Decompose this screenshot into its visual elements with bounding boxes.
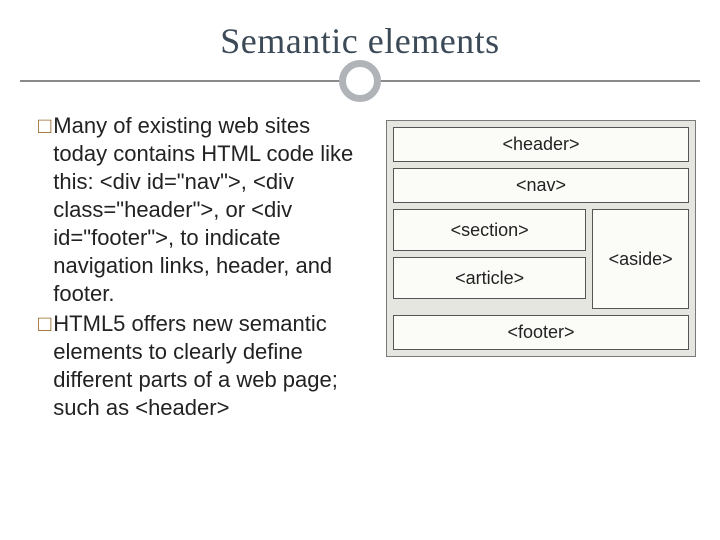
diagram-nav-box: <nav>: [393, 168, 689, 203]
diagram-aside-box: <aside>: [592, 209, 689, 309]
slide-title: Semantic elements: [0, 20, 720, 62]
content-area: □ Many of existing web sites today conta…: [38, 112, 700, 520]
diagram-middle-row: <section> <article> <aside>: [393, 209, 689, 309]
bullet-box-icon: □: [38, 310, 51, 422]
diagram-section-box: <section>: [393, 209, 586, 251]
text-column: □ Many of existing web sites today conta…: [38, 112, 378, 520]
bullet-item: □ HTML5 offers new semantic elements to …: [38, 310, 368, 422]
title-area: Semantic elements: [0, 0, 720, 62]
circle-ornament-icon: [339, 60, 381, 102]
diagram-main-col: <section> <article>: [393, 209, 586, 309]
slide: Semantic elements □ Many of existing web…: [0, 0, 720, 540]
bullet-item: □ Many of existing web sites today conta…: [38, 112, 368, 308]
bullet-text: HTML5 offers new semantic elements to cl…: [53, 310, 368, 422]
diagram-column: <header> <nav> <section> <article> <asid…: [378, 112, 700, 520]
bullet-text: Many of existing web sites today contain…: [53, 112, 368, 308]
bullet-box-icon: □: [38, 112, 51, 308]
diagram-footer-box: <footer>: [393, 315, 689, 350]
semantic-layout-diagram: <header> <nav> <section> <article> <asid…: [386, 120, 696, 357]
diagram-header-box: <header>: [393, 127, 689, 162]
diagram-article-box: <article>: [393, 257, 586, 299]
diagram-aside-col: <aside>: [592, 209, 689, 309]
